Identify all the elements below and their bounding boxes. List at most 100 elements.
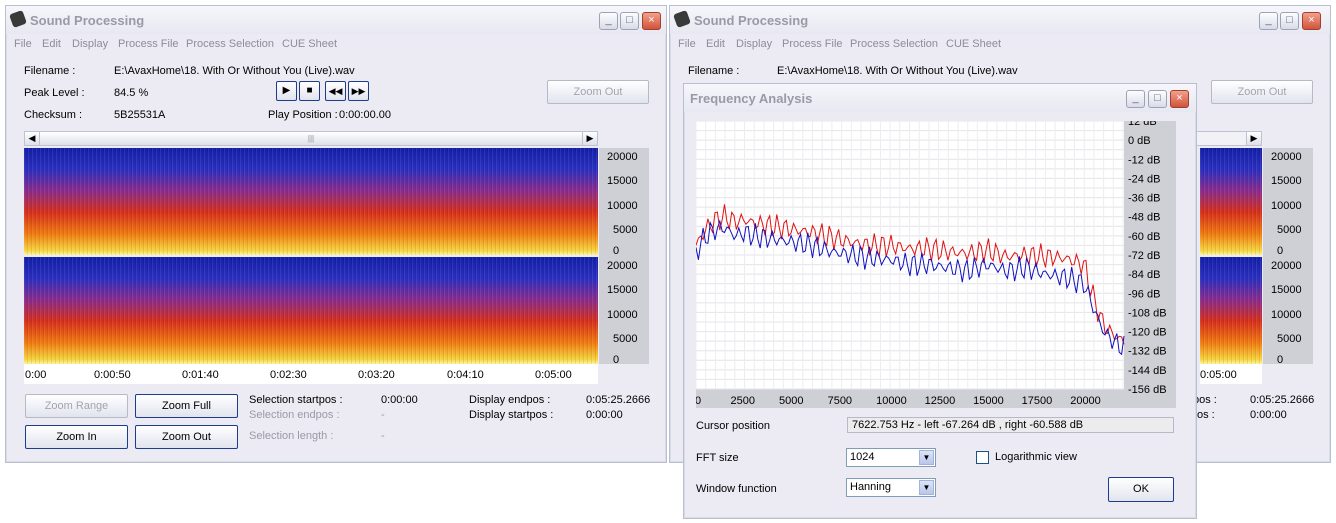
freq-tick: 15000 <box>1271 175 1302 187</box>
menu-process-file[interactable]: Process File <box>118 38 179 50</box>
window-function-select[interactable]: Hanning ▼ <box>846 478 936 497</box>
title-bar[interactable]: Sound Processing _ □ × <box>670 6 1330 34</box>
time-tick: 0:04:10 <box>447 369 484 381</box>
freq-tick: 20000 <box>607 260 638 272</box>
menu-bar: File Edit Display Process File Process S… <box>670 34 1330 54</box>
selection-endpos-label: Selection endpos : <box>249 409 340 421</box>
forward-button[interactable]: ▶▶ <box>348 81 369 101</box>
freq-tick: 5000 <box>613 224 638 236</box>
display-startpos-label: Display startpos : <box>469 409 554 421</box>
stop-button[interactable]: ■ <box>299 81 320 101</box>
title-bar[interactable]: Frequency Analysis _ □ × <box>684 84 1196 112</box>
menu-process-selection[interactable]: Process Selection <box>850 38 938 50</box>
horizontal-scrollbar[interactable]: ◀ ||| ▶ <box>24 131 598 146</box>
chevron-down-icon[interactable]: ▼ <box>919 450 934 465</box>
display-startpos-label-partial: os : <box>1197 409 1215 421</box>
minimize-button[interactable]: _ <box>1126 90 1145 108</box>
time-axis: 0:00 0:00:50 0:01:40 0:02:30 0:03:20 0:0… <box>24 364 598 384</box>
menu-process-selection[interactable]: Process Selection <box>186 38 274 50</box>
freq-tick: 20000 <box>1271 260 1302 272</box>
freq-tick: 5000 <box>1277 333 1302 345</box>
menu-display[interactable]: Display <box>72 38 108 50</box>
spectrogram-left-channel[interactable] <box>1200 148 1262 255</box>
maximize-button[interactable]: □ <box>1148 90 1167 108</box>
time-tick: 0:05:00 <box>535 369 572 381</box>
freq-tick: 0 <box>613 245 620 257</box>
minimize-button[interactable]: _ <box>599 12 618 30</box>
scroll-right-arrow[interactable]: ▶ <box>1246 132 1261 145</box>
menu-edit[interactable]: Edit <box>706 38 725 50</box>
selection-length-value: - <box>381 430 385 442</box>
time-axis: 0:05:00 <box>1200 364 1262 384</box>
menu-edit[interactable]: Edit <box>42 38 61 50</box>
scroll-right-arrow[interactable]: ▶ <box>582 132 597 145</box>
x-tick-label: 15000 <box>973 395 1004 407</box>
freq-tick: 20000 <box>1271 151 1302 163</box>
x-tick-label: 12500 <box>925 395 956 407</box>
zoom-in-button[interactable]: Zoom In <box>25 425 128 449</box>
menu-display[interactable]: Display <box>736 38 772 50</box>
display-startpos-value: 0:00:00 <box>1250 409 1287 421</box>
ok-button[interactable]: OK <box>1108 477 1174 502</box>
time-tick: 0:05:00 <box>1200 369 1237 381</box>
close-button[interactable]: × <box>1170 90 1189 108</box>
close-button[interactable]: × <box>642 12 661 30</box>
frequency-axis: 20000 15000 10000 5000 0 20000 15000 100… <box>1263 148 1313 366</box>
title-bar[interactable]: Sound Processing _ □ × <box>6 6 666 34</box>
freq-tick: 10000 <box>1271 309 1302 321</box>
scroll-left-arrow[interactable]: ◀ <box>25 132 40 145</box>
chevron-down-icon[interactable]: ▼ <box>919 480 934 495</box>
transport-controls: ▶ ■ ◀◀ ▶▶ <box>276 81 372 101</box>
zoom-range-button[interactable]: Zoom Range <box>25 394 128 418</box>
window-title: Sound Processing <box>30 13 145 28</box>
fft-size-label: FFT size <box>696 452 739 464</box>
freq-tick: 10000 <box>1271 200 1302 212</box>
zoom-full-button[interactable]: Zoom Full <box>135 394 238 418</box>
x-tick-label: 10000 <box>876 395 907 407</box>
spectrogram-left-channel[interactable] <box>24 148 598 255</box>
checksum-label: Checksum : <box>24 109 83 121</box>
fft-size-select[interactable]: 1024 ▼ <box>846 448 936 467</box>
zoom-out-top-button[interactable]: Zoom Out <box>547 80 649 104</box>
maximize-button[interactable]: □ <box>620 12 639 30</box>
y-tick-label: -12 dB <box>1128 154 1160 166</box>
time-tick: 0:03:20 <box>358 369 395 381</box>
filename-value: E:\AvaxHome\18. With Or Without You (Liv… <box>777 65 1018 77</box>
spectrogram-right-channel[interactable] <box>24 257 598 364</box>
main-window: Sound Processing _ □ × File Edit Display… <box>5 5 667 463</box>
time-tick: 0:01:40 <box>182 369 219 381</box>
zoom-out-button[interactable]: Zoom Out <box>135 425 238 449</box>
maximize-button[interactable]: □ <box>1280 12 1299 30</box>
selection-startpos-label: Selection startpos : <box>249 394 343 406</box>
freq-tick: 0 <box>1277 245 1284 257</box>
freq-tick: 5000 <box>613 333 638 345</box>
menu-file[interactable]: File <box>14 38 32 50</box>
minimize-button[interactable]: _ <box>1259 12 1278 30</box>
time-tick: 0:00:50 <box>94 369 131 381</box>
freq-tick: 15000 <box>607 284 638 296</box>
freq-tick: 5000 <box>1277 224 1302 236</box>
play-button[interactable]: ▶ <box>276 81 297 101</box>
close-button[interactable]: × <box>1302 12 1321 30</box>
menu-process-file[interactable]: Process File <box>782 38 843 50</box>
frequency-axis: 20000 15000 10000 5000 0 20000 15000 100… <box>599 148 649 366</box>
app-icon <box>673 10 691 28</box>
y-tick-label: -120 dB <box>1128 327 1167 339</box>
play-position-label: Play Position : <box>268 109 338 121</box>
y-tick-label: -144 dB <box>1128 365 1167 377</box>
menu-cue-sheet[interactable]: CUE Sheet <box>282 38 337 50</box>
rewind-button[interactable]: ◀◀ <box>325 81 346 101</box>
display-startpos-value: 0:00:00 <box>586 409 623 421</box>
scroll-thumb[interactable]: ||| <box>40 132 582 145</box>
y-tick-label: 0 dB <box>1128 135 1151 147</box>
menu-file[interactable]: File <box>678 38 696 50</box>
logarithmic-view-checkbox[interactable] <box>976 451 989 464</box>
horizontal-scrollbar[interactable]: ▶ <box>1190 131 1262 146</box>
x-tick-label: 5000 <box>779 395 803 407</box>
selection-endpos-value: - <box>381 409 385 421</box>
x-tick-label: 17500 <box>1022 395 1053 407</box>
spectrum-chart[interactable]: 12 dB 0 dB -12 dB -24 dB -36 dB -48 dB -60 dB -… <box>696 121 1176 408</box>
spectrogram-right-channel[interactable] <box>1200 257 1262 364</box>
menu-cue-sheet[interactable]: CUE Sheet <box>946 38 1001 50</box>
zoom-out-top-button[interactable]: Zoom Out <box>1211 80 1313 104</box>
